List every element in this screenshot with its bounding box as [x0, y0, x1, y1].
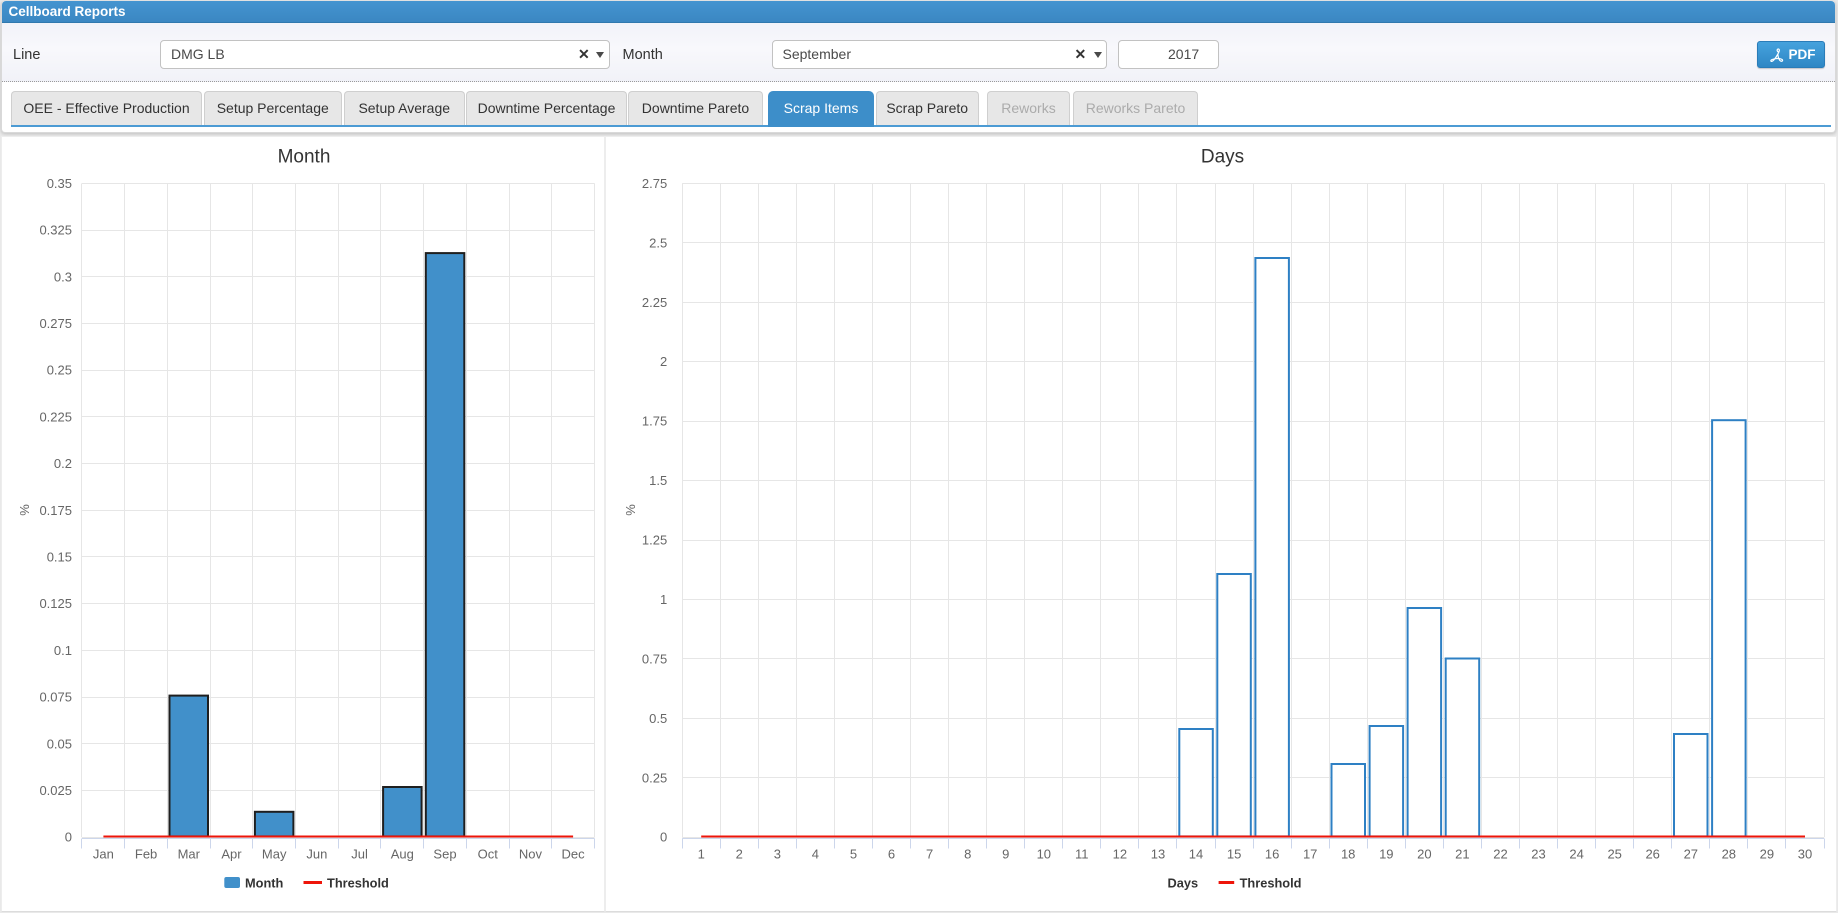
svg-text:15: 15 — [1227, 847, 1241, 862]
svg-text:0.075: 0.075 — [39, 690, 72, 705]
svg-text:12: 12 — [1113, 847, 1127, 862]
svg-text:0.125: 0.125 — [39, 596, 72, 611]
svg-text:0.025: 0.025 — [39, 783, 72, 798]
svg-text:25: 25 — [1607, 847, 1621, 862]
svg-text:24: 24 — [1569, 847, 1583, 862]
svg-text:Mar: Mar — [178, 847, 201, 862]
svg-text:0.325: 0.325 — [39, 223, 72, 238]
svg-text:Jul: Jul — [351, 847, 368, 862]
svg-text:0.15: 0.15 — [47, 550, 72, 565]
svg-text:3: 3 — [774, 847, 781, 862]
svg-text:Jan: Jan — [93, 847, 114, 862]
svg-text:16: 16 — [1265, 847, 1279, 862]
svg-text:Days: Days — [1168, 876, 1199, 891]
svg-text:%: % — [17, 504, 32, 516]
svg-text:30: 30 — [1798, 847, 1812, 862]
svg-text:May: May — [262, 847, 287, 862]
svg-text:Oct: Oct — [478, 847, 499, 862]
svg-text:0.275: 0.275 — [39, 316, 72, 331]
svg-text:0.05: 0.05 — [47, 736, 72, 751]
svg-text:9: 9 — [1002, 847, 1009, 862]
svg-text:Feb: Feb — [135, 847, 157, 862]
svg-text:%: % — [623, 504, 638, 516]
svg-text:0.35: 0.35 — [47, 176, 72, 191]
svg-text:7: 7 — [926, 847, 933, 862]
svg-text:4: 4 — [812, 847, 819, 862]
svg-text:10: 10 — [1037, 847, 1051, 862]
svg-text:26: 26 — [1645, 847, 1659, 862]
svg-text:Dec: Dec — [562, 847, 586, 862]
svg-text:Month: Month — [278, 147, 331, 168]
svg-text:Jun: Jun — [306, 847, 327, 862]
svg-text:28: 28 — [1722, 847, 1736, 862]
svg-text:2: 2 — [660, 354, 667, 369]
svg-text:6: 6 — [888, 847, 895, 862]
svg-text:1: 1 — [660, 592, 667, 607]
svg-text:5: 5 — [850, 847, 857, 862]
svg-text:19: 19 — [1379, 847, 1393, 862]
svg-text:2.25: 2.25 — [642, 295, 667, 310]
svg-text:17: 17 — [1303, 847, 1317, 862]
svg-text:Aug: Aug — [391, 847, 414, 862]
svg-text:0.225: 0.225 — [39, 409, 72, 424]
svg-text:2.75: 2.75 — [642, 176, 667, 191]
svg-text:0.3: 0.3 — [54, 269, 72, 284]
svg-text:0: 0 — [660, 830, 667, 845]
svg-text:0.1: 0.1 — [54, 643, 72, 658]
svg-text:0.5: 0.5 — [649, 711, 667, 726]
svg-text:1.5: 1.5 — [649, 473, 667, 488]
svg-text:0.2: 0.2 — [54, 456, 72, 471]
svg-text:14: 14 — [1189, 847, 1203, 862]
svg-text:2: 2 — [736, 847, 743, 862]
svg-text:1: 1 — [698, 847, 705, 862]
svg-text:Nov: Nov — [519, 847, 543, 862]
svg-text:Threshold: Threshold — [327, 876, 389, 891]
svg-text:Sep: Sep — [433, 847, 456, 862]
svg-text:Month: Month — [245, 876, 284, 891]
svg-text:22: 22 — [1493, 847, 1507, 862]
svg-text:0: 0 — [65, 830, 72, 845]
svg-text:Threshold: Threshold — [1240, 876, 1302, 891]
svg-text:0.25: 0.25 — [47, 363, 72, 378]
svg-text:2.5: 2.5 — [649, 235, 667, 250]
svg-text:Days: Days — [1201, 147, 1244, 168]
svg-text:13: 13 — [1151, 847, 1165, 862]
svg-text:Apr: Apr — [221, 847, 242, 862]
svg-text:8: 8 — [964, 847, 971, 862]
svg-text:1.75: 1.75 — [642, 414, 667, 429]
svg-text:1.25: 1.25 — [642, 533, 667, 548]
svg-text:0.25: 0.25 — [642, 770, 667, 785]
svg-text:21: 21 — [1455, 847, 1469, 862]
svg-text:0.75: 0.75 — [642, 651, 667, 666]
svg-text:0.175: 0.175 — [39, 503, 72, 518]
svg-text:11: 11 — [1075, 847, 1089, 862]
svg-text:18: 18 — [1341, 847, 1355, 862]
svg-text:29: 29 — [1760, 847, 1774, 862]
svg-text:27: 27 — [1684, 847, 1698, 862]
svg-text:20: 20 — [1417, 847, 1431, 862]
svg-text:23: 23 — [1531, 847, 1545, 862]
